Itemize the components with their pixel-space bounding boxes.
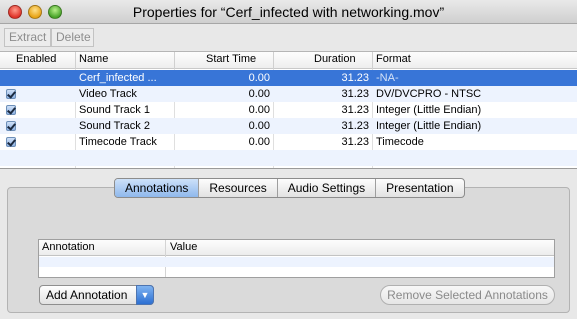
annotations-table: Annotation Value — [38, 239, 555, 278]
tab-audio-settings[interactable]: Audio Settings — [278, 179, 377, 197]
column-header-annotation[interactable]: Annotation — [42, 241, 95, 253]
properties-pane: Annotation Value Add Annotation ▼ Remove… — [0, 169, 577, 319]
track-row[interactable]: Sound Track 1 0.00 31.23 Integer (Little… — [0, 102, 577, 118]
track-duration: 31.23 — [341, 120, 369, 132]
column-separator — [372, 52, 373, 69]
track-enabled-checkbox[interactable] — [6, 137, 16, 147]
track-start-time: 0.00 — [248, 88, 270, 100]
track-duration: 31.23 — [341, 88, 369, 100]
annotations-table-header: Annotation Value — [39, 240, 554, 256]
tracks-table: Enabled Name Start Time Duration Format … — [0, 51, 577, 169]
add-annotation-popup-button[interactable]: Add Annotation ▼ — [39, 285, 154, 305]
track-format: Timecode — [376, 136, 424, 148]
track-row[interactable]: Timecode Track 0.00 31.23 Timecode — [0, 134, 577, 150]
window-title: Properties for “Cerf_infected with netwo… — [132, 4, 445, 20]
track-name: Sound Track 1 — [79, 104, 150, 116]
column-separator — [174, 52, 175, 69]
track-name: Cerf_infected ... — [79, 72, 157, 84]
track-name: Video Track — [79, 88, 137, 100]
track-duration: 31.23 — [341, 136, 369, 148]
tab-presentation[interactable]: Presentation — [376, 179, 463, 197]
column-header-format[interactable]: Format — [376, 53, 411, 65]
track-duration: 31.23 — [341, 104, 369, 116]
tab-resources[interactable]: Resources — [199, 179, 278, 197]
track-format: Integer (Little Endian) — [376, 120, 482, 132]
remove-selected-annotations-button[interactable]: Remove Selected Annotations — [380, 285, 555, 305]
track-start-time: 0.00 — [248, 72, 270, 84]
tab-bar: Annotations Resources Audio Settings Pre… — [114, 178, 465, 198]
empty-row — [39, 257, 554, 267]
tracks-table-header: Enabled Name Start Time Duration Format — [0, 52, 577, 69]
track-format: Integer (Little Endian) — [376, 104, 482, 116]
properties-window: Properties for “Cerf_infected with netwo… — [0, 0, 577, 319]
tab-annotations[interactable]: Annotations — [115, 179, 200, 197]
track-name: Timecode Track — [79, 136, 157, 148]
column-header-duration[interactable]: Duration — [314, 53, 356, 65]
track-duration: 31.23 — [341, 72, 369, 84]
track-format: -NA- — [376, 72, 399, 84]
column-header-enabled[interactable]: Enabled — [16, 53, 56, 65]
tab-view: Annotation Value Add Annotation ▼ Remove… — [7, 187, 570, 313]
toolbar: Extract Delete — [0, 25, 577, 50]
track-enabled-checkbox[interactable] — [6, 105, 16, 115]
column-header-start-time[interactable]: Start Time — [206, 53, 256, 65]
track-enabled-checkbox[interactable] — [6, 89, 16, 99]
track-name: Sound Track 2 — [79, 120, 150, 132]
delete-button[interactable]: Delete — [51, 28, 94, 47]
extract-button[interactable]: Extract — [4, 28, 51, 47]
column-separator — [273, 52, 274, 69]
track-row[interactable]: Video Track 0.00 31.23 DV/DVCPRO - NTSC — [0, 86, 577, 102]
column-separator — [75, 52, 76, 69]
column-header-name[interactable]: Name — [79, 53, 108, 65]
column-header-value[interactable]: Value — [170, 241, 197, 253]
track-start-time: 0.00 — [248, 136, 270, 148]
title-bar[interactable]: Properties for “Cerf_infected with netwo… — [0, 0, 577, 24]
track-format: DV/DVCPRO - NTSC — [376, 88, 482, 100]
empty-row — [0, 150, 577, 166]
track-enabled-checkbox[interactable] — [6, 121, 16, 131]
track-row[interactable]: Sound Track 2 0.00 31.23 Integer (Little… — [0, 118, 577, 134]
track-start-time: 0.00 — [248, 104, 270, 116]
add-annotation-label: Add Annotation — [46, 288, 128, 302]
track-row[interactable]: Cerf_infected ... 0.00 31.23 -NA- — [0, 70, 577, 86]
track-start-time: 0.00 — [248, 120, 270, 132]
chevron-down-icon: ▼ — [136, 285, 154, 305]
